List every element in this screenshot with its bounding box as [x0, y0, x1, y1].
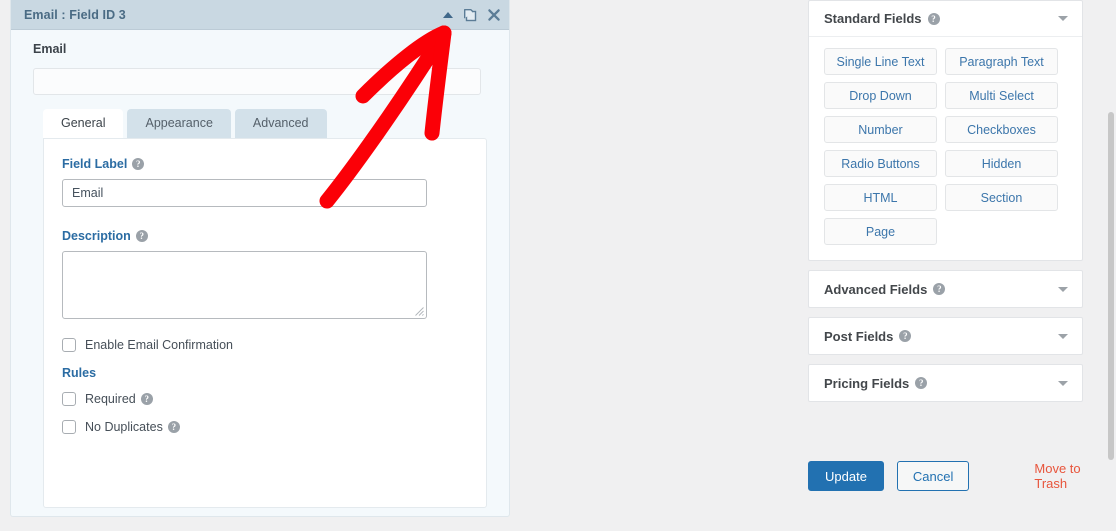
field-editor-header: Email : Field ID 3: [11, 0, 509, 30]
post-fields-help-icon[interactable]: ?: [899, 330, 912, 342]
accordion-post-fields: Post Fields ?: [808, 317, 1083, 355]
accordion-standard-fields-title-text: Standard Fields: [824, 11, 922, 26]
field-button-page[interactable]: Page: [824, 218, 937, 245]
required-help-icon[interactable]: ?: [140, 393, 153, 405]
accordion-standard-fields-title: Standard Fields ?: [824, 11, 1058, 26]
accordion-post-fields-title: Post Fields ?: [824, 329, 1058, 344]
field-button-number[interactable]: Number: [824, 116, 937, 143]
field-button-checkboxes[interactable]: Checkboxes: [945, 116, 1058, 143]
tab-advanced[interactable]: Advanced: [234, 109, 327, 138]
enable-email-confirmation-checkbox[interactable]: [62, 338, 76, 352]
move-to-trash-link[interactable]: Move to Trash: [1034, 461, 1116, 491]
no-duplicates-checkbox[interactable]: [62, 420, 76, 434]
close-icon[interactable]: [487, 8, 501, 22]
description-wrapper: [62, 251, 427, 319]
enable-email-confirmation-row[interactable]: Enable Email Confirmation: [62, 338, 466, 352]
rules-heading: Rules: [62, 366, 97, 380]
field-editor-panel: Email : Field ID 3 Email General Appeara…: [10, 0, 510, 517]
field-button-hidden[interactable]: Hidden: [945, 150, 1058, 177]
standard-fields-button-grid: Single Line Text Paragraph Text Drop Dow…: [809, 37, 1082, 260]
collapse-icon[interactable]: [443, 11, 453, 18]
no-duplicates-row[interactable]: No Duplicates ?: [62, 420, 466, 434]
required-checkbox[interactable]: [62, 392, 76, 406]
field-label-help-icon[interactable]: ?: [132, 158, 145, 170]
field-button-radio-buttons[interactable]: Radio Buttons: [824, 150, 937, 177]
accordion-pricing-fields-title: Pricing Fields ?: [824, 376, 1058, 391]
pricing-fields-help-icon[interactable]: ?: [915, 377, 928, 389]
field-label-label-text: Field Label: [62, 157, 128, 171]
field-label-label: Field Label ?: [62, 157, 466, 171]
chevron-down-icon[interactable]: [1058, 380, 1068, 386]
accordion-pricing-fields: Pricing Fields ?: [808, 364, 1083, 402]
description-textarea[interactable]: [62, 251, 427, 319]
field-preview-label: Email: [33, 42, 67, 56]
accordion-advanced-fields-header[interactable]: Advanced Fields ?: [809, 271, 1082, 307]
accordion-advanced-fields-title-text: Advanced Fields: [824, 281, 928, 297]
accordion-advanced-fields-title: Advanced Fields ?: [824, 282, 1058, 297]
no-duplicates-help-icon[interactable]: ?: [167, 421, 180, 433]
tab-panel-general: Field Label ? Description ? Enable Email…: [43, 138, 487, 508]
enable-email-confirmation-label: Enable Email Confirmation: [85, 338, 233, 352]
cancel-button[interactable]: Cancel: [896, 461, 970, 491]
form-action-bar: Update Cancel Move to Trash: [808, 461, 1116, 491]
field-label-input[interactable]: [62, 179, 427, 207]
field-preview-input[interactable]: [33, 68, 481, 95]
chevron-down-icon[interactable]: [1058, 16, 1068, 21]
tab-appearance[interactable]: Appearance: [127, 109, 231, 138]
field-button-single-line-text[interactable]: Single Line Text: [824, 48, 937, 75]
field-library-sidebar: Standard Fields ? Single Line Text Parag…: [808, 0, 1083, 411]
field-editor-title: Email : Field ID 3: [24, 7, 126, 22]
standard-fields-help-icon[interactable]: ?: [927, 12, 940, 25]
chevron-down-icon[interactable]: [1058, 286, 1068, 292]
chevron-down-icon[interactable]: [1058, 333, 1068, 339]
update-button[interactable]: Update: [808, 461, 884, 491]
accordion-post-fields-header[interactable]: Post Fields ?: [809, 318, 1082, 354]
no-duplicates-label-wrap: No Duplicates ?: [85, 420, 180, 434]
field-button-multi-select[interactable]: Multi Select: [945, 82, 1058, 109]
field-preview: Email: [11, 30, 509, 109]
field-settings-tabs: General Appearance Advanced: [11, 109, 509, 138]
accordion-advanced-fields: Advanced Fields ?: [808, 270, 1083, 308]
description-help-icon[interactable]: ?: [135, 230, 148, 242]
required-label: Required: [85, 392, 136, 406]
advanced-fields-help-icon[interactable]: ?: [933, 283, 946, 295]
page-scrollbar[interactable]: [1108, 112, 1114, 460]
field-button-paragraph-text[interactable]: Paragraph Text: [945, 48, 1058, 75]
required-row[interactable]: Required ?: [62, 392, 466, 406]
field-button-html[interactable]: HTML: [824, 184, 937, 211]
accordion-standard-fields: Standard Fields ? Single Line Text Parag…: [808, 0, 1083, 261]
duplicate-icon[interactable]: [462, 7, 478, 23]
no-duplicates-label: No Duplicates: [85, 420, 163, 434]
field-button-drop-down[interactable]: Drop Down: [824, 82, 937, 109]
accordion-pricing-fields-title-text: Pricing Fields: [824, 375, 910, 391]
field-button-section[interactable]: Section: [945, 184, 1058, 211]
app-root: Email : Field ID 3 Email General Appeara…: [0, 0, 1116, 531]
tab-general[interactable]: General: [43, 109, 124, 138]
accordion-standard-fields-header[interactable]: Standard Fields ?: [809, 1, 1082, 37]
description-label: Description ?: [62, 229, 466, 243]
description-label-text: Description: [62, 229, 131, 243]
accordion-pricing-fields-header[interactable]: Pricing Fields ?: [809, 365, 1082, 401]
accordion-post-fields-title-text: Post Fields: [824, 328, 894, 344]
required-label-wrap: Required ?: [85, 392, 153, 406]
field-editor-header-icons: [443, 7, 501, 23]
